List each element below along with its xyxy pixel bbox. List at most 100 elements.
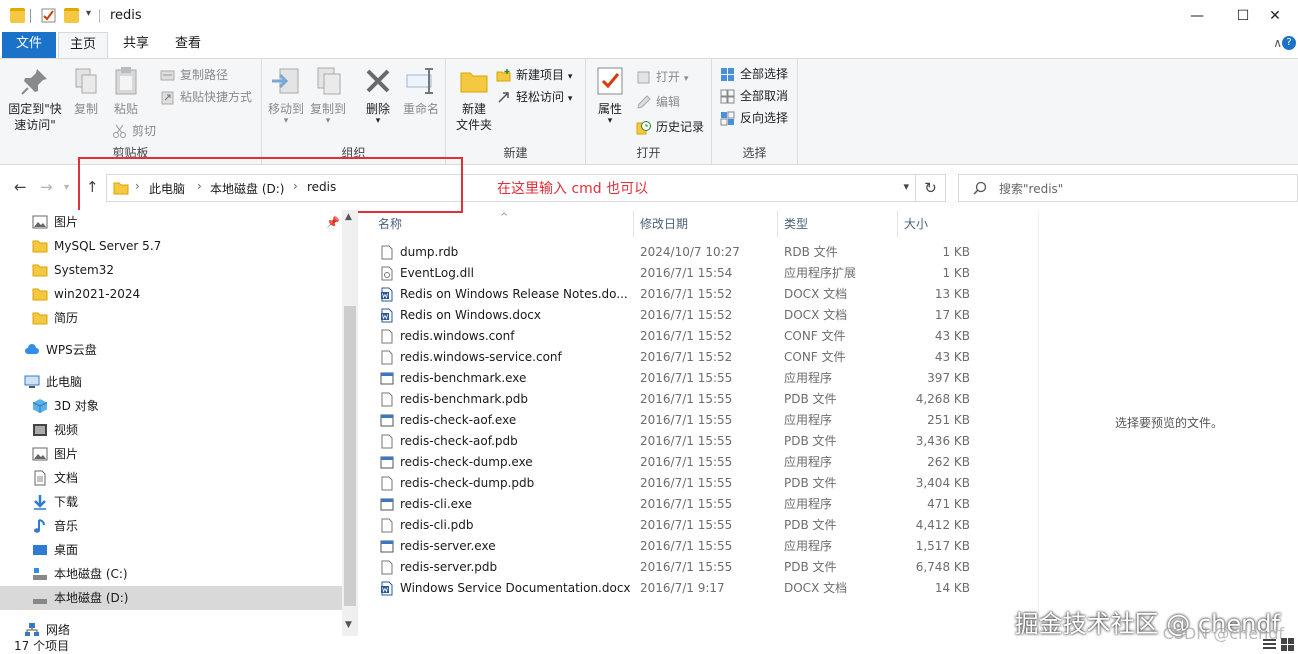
file-row[interactable]: redis.windows-service.conf 2016/7/1 15:52… — [372, 347, 1038, 368]
nav-item[interactable]: 3D 对象 — [0, 394, 342, 418]
nav-scrollbar[interactable]: ▲ ▼ — [342, 210, 358, 636]
customize-quick-access-icon[interactable]: ▾ — [86, 8, 91, 19]
column-header-date[interactable]: 修改日期 — [634, 210, 778, 238]
copy-path-button[interactable]: 复制路径 — [160, 65, 228, 85]
forward-button[interactable]: → — [40, 178, 53, 196]
file-date: 2016/7/1 15:55 — [640, 560, 733, 574]
column-header-name[interactable]: 名称 ^ — [372, 210, 634, 238]
pin-quick-access-button[interactable]: 固定到"快 速访问" — [4, 65, 66, 133]
nav-item-label: System32 — [54, 263, 115, 277]
nav-item[interactable]: 本地磁盘 (D:) — [0, 586, 342, 610]
file-row[interactable]: redis-server.exe 2016/7/1 15:55 应用程序 1,517 … — [372, 536, 1038, 557]
refresh-button[interactable]: ↻ — [916, 174, 946, 202]
address-dropdown-icon[interactable]: ▾ — [903, 180, 909, 193]
computer-icon — [24, 374, 40, 390]
nav-item-label: WPS云盘 — [46, 343, 97, 357]
file-row[interactable]: redis-check-dump.pdb 2016/7/1 15:55 PDB 文件… — [372, 473, 1038, 494]
file-size: 397 KB — [927, 371, 970, 385]
new-folder-icon[interactable] — [64, 8, 79, 23]
back-button[interactable]: ← — [14, 178, 27, 196]
file-type: DOCX 文档 — [784, 308, 848, 322]
nav-item-label: 下载 — [54, 495, 79, 509]
move-to-button[interactable]: 移动到 ▾ — [268, 65, 304, 126]
nav-item[interactable]: 文档 — [0, 466, 342, 490]
invert-selection-button[interactable]: 反向选择 — [720, 108, 788, 128]
file-row[interactable]: redis-check-dump.exe 2016/7/1 15:55 应用程序 26… — [372, 452, 1038, 473]
edit-button[interactable]: 编辑 — [636, 92, 680, 112]
history-button[interactable]: 历史记录 — [636, 117, 704, 137]
sort-ascending-icon: ^ — [500, 212, 509, 223]
file-row[interactable]: redis-cli.exe 2016/7/1 15:55 应用程序 471 KB — [372, 494, 1038, 515]
recent-locations-button[interactable]: ▾ — [64, 182, 69, 193]
nav-item[interactable]: System32 — [0, 258, 342, 282]
new-item-label: 新建项目 — [516, 68, 565, 82]
nav-item[interactable]: 图片 — [0, 442, 342, 466]
minimize-button[interactable]: — — [1174, 0, 1220, 32]
copy-button[interactable]: 复制 — [68, 65, 104, 117]
file-row[interactable]: redis-server.pdb 2016/7/1 15:55 PDB 文件 6,74… — [372, 557, 1038, 578]
file-row[interactable]: redis.windows.conf 2016/7/1 15:52 CONF 文件 4… — [372, 326, 1038, 347]
nav-item[interactable]: 音乐 — [0, 514, 342, 538]
exe-icon — [380, 371, 394, 386]
nav-item[interactable]: 简历 — [0, 306, 342, 330]
column-header-type[interactable]: 类型 — [778, 210, 898, 238]
nav-item[interactable]: 视频 — [0, 418, 342, 442]
nav-item[interactable]: WPS云盘 — [0, 338, 342, 362]
properties-icon[interactable] — [41, 8, 56, 23]
file-row[interactable]: Windows Service Documentation.docx 2016/7… — [372, 578, 1038, 599]
column-header-size[interactable]: 大小 — [898, 210, 970, 238]
file-row[interactable]: redis-cli.pdb 2016/7/1 15:55 PDB 文件 4,412 K… — [372, 515, 1038, 536]
tab-share[interactable]: 共享 — [112, 32, 160, 58]
rename-button[interactable]: 重命名 — [400, 65, 442, 117]
file-row[interactable]: dump.rdb 2024/10/7 10:27 RDB 文件 1 KB — [372, 242, 1038, 263]
delete-button[interactable]: 删除 ▾ — [360, 65, 396, 126]
tab-home[interactable]: 主页 — [58, 32, 108, 58]
drive-d-icon — [32, 590, 48, 606]
tab-view[interactable]: 查看 — [164, 32, 212, 58]
nav-item[interactable]: MySQL Server 5.7 — [0, 234, 342, 258]
file-row[interactable]: EventLog.dll 2016/7/1 15:54 应用程序扩展 1 KB — [372, 263, 1038, 284]
navigation-pane: 图片 MySQL Server 5.7 System32 win2021-2024 简历… — [0, 210, 358, 637]
properties-button[interactable]: 属性 ▾ — [592, 65, 628, 126]
copy-to-button[interactable]: 复制到 ▾ — [308, 65, 348, 126]
invert-selection-label: 反向选择 — [740, 111, 789, 125]
cut-button[interactable]: 剪切 — [112, 121, 156, 141]
select-none-button[interactable]: 全部取消 — [720, 86, 788, 106]
new-item-button[interactable]: 新建项目 ▾ — [496, 65, 572, 85]
paste-button[interactable]: 粘贴 — [108, 65, 144, 117]
select-all-button[interactable]: 全部选择 — [720, 64, 788, 84]
ribbon: 固定到"快 速访问" 复制 粘贴 复制路径 粘贴快捷方式 剪切 剪贴板 移动到 … — [0, 58, 1298, 165]
nav-item[interactable]: 图片 — [0, 210, 342, 234]
title-bar: ▾ redis — ☐ ✕ — [0, 0, 1298, 32]
dropdown-arrow-icon: ▾ — [607, 116, 613, 126]
nav-item[interactable]: 下载 — [0, 490, 342, 514]
help-button[interactable]: ? — [1282, 36, 1296, 50]
collapse-ribbon-button[interactable]: ∧ — [1273, 36, 1282, 50]
tab-file[interactable]: 文件 — [2, 32, 56, 58]
file-row[interactable]: Redis on Windows Release Notes.do... 2016… — [372, 284, 1038, 305]
new-folder-button[interactable]: 新建 文件夹 — [452, 65, 496, 133]
scroll-up-icon[interactable]: ▲ — [345, 212, 352, 222]
column-name-label: 名称 — [378, 217, 403, 231]
nav-item[interactable]: 此电脑 — [0, 370, 342, 394]
nav-item[interactable]: 桌面 — [0, 538, 342, 562]
file-row[interactable]: redis-benchmark.pdb 2016/7/1 15:55 PDB 文件 4… — [372, 389, 1038, 410]
file-row[interactable]: redis-check-aof.pdb 2016/7/1 15:55 PDB 文件 3… — [372, 431, 1038, 452]
file-name: redis-check-dump.exe — [400, 455, 533, 469]
close-button[interactable]: ✕ — [1252, 0, 1298, 32]
file-row[interactable]: Redis on Windows.docx 2016/7/1 15:52 DOCX … — [372, 305, 1038, 326]
search-box[interactable]: 搜索"redis" — [958, 174, 1298, 202]
scroll-thumb[interactable] — [344, 306, 356, 606]
nav-item[interactable]: win2021-2024 — [0, 282, 342, 306]
open-button[interactable]: 打开 ▾ — [636, 67, 688, 87]
file-type: PDB 文件 — [784, 518, 837, 532]
search-input[interactable]: 搜索"redis" — [999, 180, 1063, 197]
nav-item[interactable]: 本地磁盘 (C:) — [0, 562, 342, 586]
easy-access-button[interactable]: 轻松访问 ▾ — [496, 87, 572, 107]
scroll-down-icon[interactable]: ▼ — [345, 620, 352, 630]
copy-path-icon — [160, 70, 175, 81]
paste-shortcut-button[interactable]: 粘贴快捷方式 — [160, 87, 252, 107]
file-row[interactable]: redis-benchmark.exe 2016/7/1 15:55 应用程序 397… — [372, 368, 1038, 389]
nav-item-label: win2021-2024 — [54, 287, 141, 301]
file-row[interactable]: redis-check-aof.exe 2016/7/1 15:55 应用程序 251… — [372, 410, 1038, 431]
